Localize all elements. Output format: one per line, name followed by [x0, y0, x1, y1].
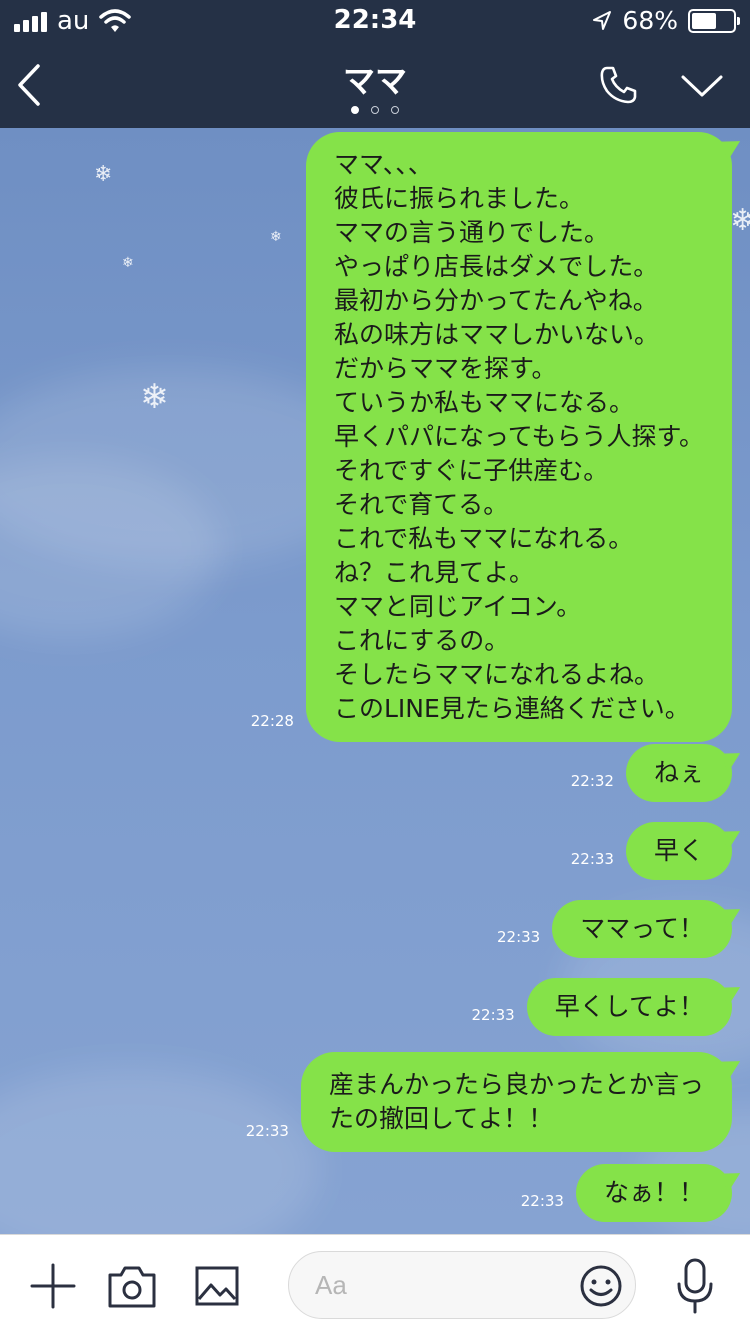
message-row: 22:33 早く: [571, 822, 732, 880]
page-dot: [351, 106, 359, 114]
message-bubble[interactable]: なぁ！！: [575, 1164, 732, 1222]
message-bubble[interactable]: 早く: [625, 822, 732, 880]
status-right: 68%: [592, 6, 740, 36]
chevron-down-icon[interactable]: [680, 72, 724, 100]
message-time: 22:32: [570, 772, 614, 790]
battery-icon: [688, 9, 740, 33]
message-row: 22:28 ママ、、、 彼氏に振られました。 ママの言う通りでした。 やっぱり店…: [251, 132, 732, 742]
camera-icon[interactable]: [106, 1265, 158, 1309]
battery-percent: 68%: [622, 6, 678, 35]
message-row: 22:33 なぁ！！: [521, 1164, 732, 1222]
message-time: 22:33: [245, 1122, 289, 1140]
page-dot: [391, 106, 399, 114]
phone-icon[interactable]: [598, 64, 640, 106]
message-bubble[interactable]: ママって！: [552, 900, 732, 958]
message-bubble[interactable]: ママ、、、 彼氏に振られました。 ママの言う通りでした。 やっぱり店長はダメでし…: [305, 132, 732, 742]
plus-icon[interactable]: [30, 1263, 76, 1309]
input-bar: [0, 1234, 750, 1335]
image-icon[interactable]: [194, 1265, 240, 1307]
message-row: 22:33 産まんかったら良かったとか言っ たの撤回してよ！！: [246, 1052, 732, 1152]
battery-nub: [737, 17, 740, 25]
snowflake-icon: ❄: [140, 377, 169, 417]
message-time: 22:33: [497, 928, 541, 946]
snowflake-icon: ❄: [122, 255, 134, 271]
page-dot: [371, 106, 379, 114]
emoji-icon[interactable]: [579, 1264, 623, 1308]
message-input-field[interactable]: [288, 1251, 636, 1319]
chat-area[interactable]: ❄ ❄ ❄ ❄ ❄ 22:28 ママ、、、 彼氏に振られました。 ママの言う通り…: [0, 128, 750, 1234]
message-bubble[interactable]: 産まんかったら良かったとか言っ たの撤回してよ！！: [300, 1052, 732, 1152]
status-bar: au 22:34 68%: [0, 0, 750, 42]
message-row: 22:33 ママって！: [497, 900, 732, 958]
message-input[interactable]: [313, 1262, 557, 1308]
chat-header: ママ: [0, 42, 750, 128]
message-bubble[interactable]: 早くしてよ！: [526, 978, 732, 1036]
microphone-icon[interactable]: [674, 1257, 716, 1315]
snowflake-icon: ❄: [730, 203, 750, 238]
message-bubble[interactable]: ねぇ: [625, 744, 732, 802]
message-time: 22:33: [471, 1006, 515, 1024]
message-row: 22:33 早くしてよ！: [471, 978, 732, 1036]
message-time: 22:28: [250, 712, 294, 730]
page-indicator: [0, 106, 750, 114]
message-time: 22:33: [570, 850, 614, 868]
message-time: 22:33: [520, 1192, 564, 1210]
message-row: 22:32 ねぇ: [571, 744, 732, 802]
battery-fill: [692, 13, 716, 29]
location-arrow-icon: [593, 11, 612, 30]
snowflake-icon: ❄: [94, 162, 113, 187]
